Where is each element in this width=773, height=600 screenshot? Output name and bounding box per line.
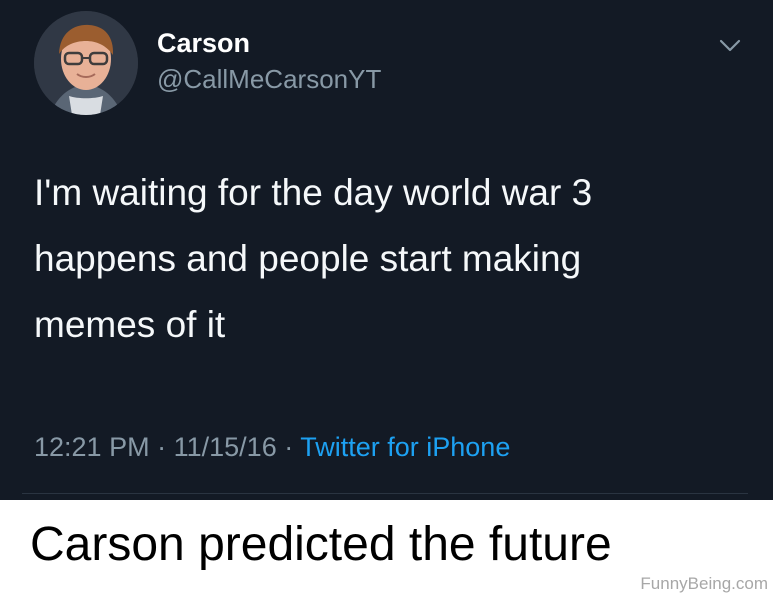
- display-name[interactable]: Carson: [157, 27, 250, 59]
- chevron-down-icon[interactable]: [717, 36, 743, 54]
- watermark: FunnyBeing.com: [640, 574, 768, 593]
- tweet-source-link[interactable]: Twitter for iPhone: [300, 432, 510, 462]
- tweet-text: I'm waiting for the day world war 3 happ…: [34, 172, 593, 345]
- metadata-separator: ·: [284, 432, 294, 462]
- avatar[interactable]: [34, 11, 138, 115]
- tweet-metadata: 12:21 PM · 11/15/16 · Twitter for iPhone: [34, 429, 510, 465]
- tweet-date: 11/15/16: [173, 432, 277, 462]
- tweet-card: Carson @CallMeCarsonYT I'm waiting for t…: [0, 0, 773, 500]
- metadata-separator: ·: [157, 432, 167, 462]
- user-handle[interactable]: @CallMeCarsonYT: [157, 63, 381, 95]
- meme-caption: Carson predicted the future: [30, 518, 612, 571]
- avatar-photo-icon: [34, 11, 138, 115]
- meme-image: Carson @CallMeCarsonYT I'm waiting for t…: [0, 0, 773, 600]
- tweet-time: 12:21 PM: [34, 432, 150, 462]
